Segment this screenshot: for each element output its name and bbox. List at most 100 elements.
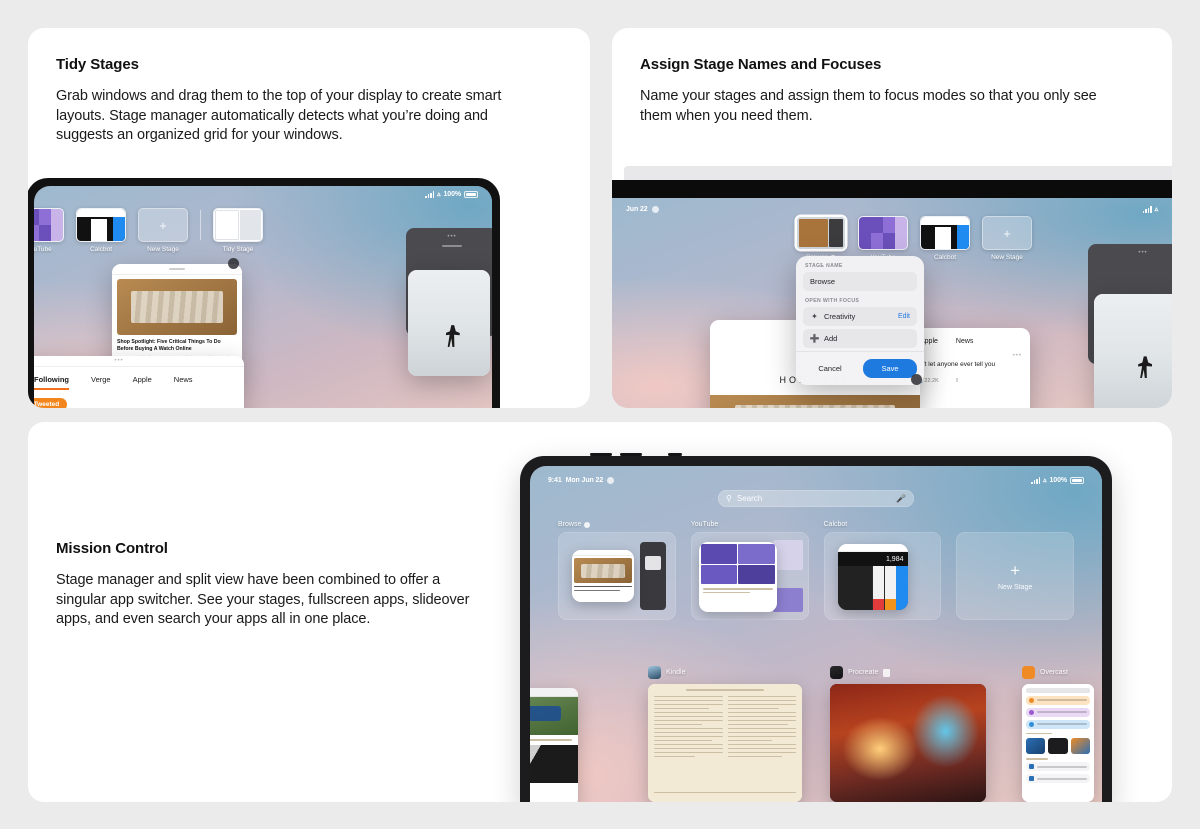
ipad-badge-icon (883, 668, 891, 677)
app-item-kindle[interactable]: Kindle (648, 666, 802, 802)
stage-name-section-label: STAGE NAME (805, 263, 843, 269)
overcast-icon (1022, 666, 1035, 679)
ipad-screen-mission: 9:41 Mon Jun 22 ▵ 100% ⚲ Search 🎤 Browse… (530, 466, 1102, 802)
video-grid (699, 542, 777, 586)
preview-image (644, 556, 661, 570)
microphone-icon[interactable]: 🎤 (896, 494, 906, 503)
stage-thumbnail (796, 216, 846, 250)
card-mission-control: Mission Control Stage manager and split … (28, 422, 1172, 802)
stage-thumbnail (213, 208, 263, 242)
stage-label: Calcbot (89, 246, 113, 253)
focus-item-add[interactable]: ➕ Add (803, 329, 917, 348)
page-title: Mission Control (56, 540, 168, 557)
focus-item-creativity[interactable]: ✦ Creativity Edit (803, 307, 917, 326)
plus-icon: + (1010, 560, 1021, 580)
recent-tiles (1026, 738, 1090, 754)
volume-button-up[interactable] (590, 453, 612, 456)
progress-slider[interactable] (654, 791, 796, 793)
calculator-icon (921, 217, 969, 249)
stage-preview (690, 532, 809, 620)
window-title-bar[interactable] (112, 264, 242, 275)
search-placeholder: Search (736, 494, 763, 503)
new-stage-button[interactable]: + New Stage (956, 532, 1074, 620)
stage-settings-popover: STAGE NAME Browse OPEN WITH FOCUS ✦ Crea… (796, 256, 924, 385)
app-label: Procreate (848, 669, 879, 676)
app-window[interactable] (1022, 684, 1094, 802)
cursor-indicator (228, 258, 239, 269)
app-window[interactable] (648, 684, 802, 802)
tab-verge[interactable]: Verge (91, 375, 111, 390)
tab-news[interactable]: News (956, 338, 974, 345)
stage-item-youtube[interactable]: YouTube (858, 216, 908, 261)
cellular-signal-icon (425, 191, 435, 198)
stage-item-calcbot[interactable]: Calcbot (920, 216, 970, 261)
device-bezel (612, 180, 1172, 198)
cancel-button[interactable]: Cancel (803, 359, 857, 378)
list-item (1026, 707, 1090, 717)
tab-following[interactable]: Following (34, 375, 69, 390)
preview-thumb (772, 540, 803, 570)
list-item (1026, 695, 1090, 705)
stage-label: Tidy Stage (222, 246, 254, 253)
app-item-overcast[interactable]: Overcast (1022, 666, 1094, 802)
ipad-device-assign: Jun 22 ▵ Calcbot + New Stage Apple News … (612, 166, 1172, 408)
grabber-handle[interactable] (169, 268, 185, 270)
more-icon[interactable]: ••• (1013, 353, 1022, 359)
plus-icon: + (982, 216, 1032, 250)
app-item-procreate[interactable]: Procreate (830, 666, 986, 802)
artwork-preview (830, 684, 986, 802)
tab-apple[interactable]: Apple (133, 375, 152, 390)
twitter-tabs[interactable]: Following Verge Apple News (34, 367, 244, 390)
stage-item-youtube[interactable]: YouTube (34, 208, 64, 253)
stage-item-youtube[interactable]: YouTube (690, 521, 809, 620)
app-item-safari[interactable] (530, 688, 578, 802)
stage-item-new-stage[interactable]: + New Stage (956, 521, 1074, 620)
card-tidy-header: Tidy Stages Grab windows and drag them t… (28, 28, 590, 146)
surf-window[interactable] (1094, 294, 1172, 408)
calculator-keypad (837, 566, 908, 610)
share-icon[interactable]: ⇧ (955, 378, 960, 384)
stage-name-input[interactable]: Browse (803, 272, 917, 291)
surf-photo (1094, 294, 1172, 408)
status-bar: 9:41 Mon Jun 22 ▵ 100% (530, 472, 1102, 488)
stage-item-new-stage[interactable]: + New Stage (138, 208, 188, 253)
stage-thumbnail (858, 216, 908, 250)
status-bar: ▵ 100% (34, 186, 492, 202)
stage-item-calcbot[interactable]: Calcbot (76, 208, 126, 253)
surf-photo (408, 270, 490, 376)
stage-item-browse[interactable]: Browse (558, 521, 676, 620)
stage-item-browse[interactable]: Browse (796, 216, 846, 261)
battery-percent-label: 100% (1049, 476, 1067, 484)
more-icon[interactable]: ••• (114, 358, 123, 364)
window-title-bar (530, 688, 578, 697)
app-header: Overcast (1022, 666, 1094, 679)
stage-item-tidy-stage[interactable]: Tidy Stage (213, 208, 263, 253)
save-button[interactable]: Save (863, 359, 917, 378)
stage-label: Calcbot (823, 521, 848, 528)
card-assign-header: Assign Stage Names and Focuses Name your… (612, 28, 1172, 126)
tweet-window[interactable]: Apple News ••• on’t let anyone ever tell… (908, 328, 1030, 408)
stage-label: Calcbot (933, 254, 957, 261)
surf-window[interactable] (408, 270, 490, 376)
calculator-window-preview: 1,984 (837, 544, 908, 610)
preview-image (530, 697, 578, 735)
stage-preview (558, 532, 676, 620)
search-input[interactable]: ⚲ Search 🎤 (718, 490, 914, 507)
tweet-row: ted ●●● Tweeted (34, 390, 244, 408)
stage-item-calcbot[interactable]: Calcbot 1,984 (823, 521, 942, 620)
card-assign-stage-names: Assign Stage Names and Focuses Name your… (612, 28, 1172, 408)
twitter-tabs[interactable]: Apple News (908, 328, 1030, 345)
edit-link[interactable]: Edit (898, 313, 910, 320)
window-title-bar[interactable]: ••• (34, 356, 244, 367)
list-item (1026, 762, 1090, 771)
focus-badge-icon (584, 521, 591, 528)
tab-news[interactable]: News (174, 375, 193, 390)
app-window[interactable] (530, 688, 578, 802)
volume-button-down[interactable] (620, 453, 642, 456)
app-window[interactable] (830, 684, 986, 802)
ipad-screen-tidy: ▵ 100% YouTube (34, 186, 492, 408)
focus-icon (607, 476, 615, 484)
power-button[interactable] (668, 453, 682, 456)
stage-item-new-stage[interactable]: + New Stage (982, 216, 1032, 261)
twitter-window[interactable]: ••• Following Verge Apple News ted ●●● T… (34, 356, 244, 408)
